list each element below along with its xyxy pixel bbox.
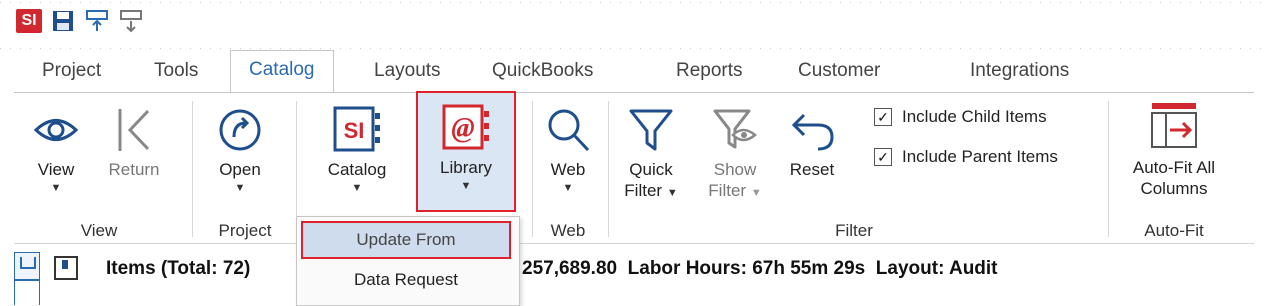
open-arrow-icon	[219, 109, 261, 151]
download-icon[interactable]	[118, 8, 144, 34]
chevron-down-icon: ▼	[750, 187, 762, 199]
tab-catalog[interactable]: Catalog	[230, 50, 334, 95]
quick-filter-button[interactable]: Quick Filter ▼	[618, 107, 684, 204]
autofit-label: Auto-Fit All Columns	[1133, 157, 1215, 199]
checkbox-checked-icon[interactable]: ✓	[874, 108, 892, 126]
autofit-line2: Columns	[1140, 179, 1208, 198]
ribbon-panel: View ▼ Return View Open ▼ Project SI Cat…	[14, 91, 1254, 244]
show-filter-line1: Show	[713, 160, 757, 179]
autofit-columns-icon	[1151, 103, 1197, 148]
include-child-label: Include Child Items	[902, 107, 1047, 126]
view-label: View	[37, 160, 75, 179]
catalog-button[interactable]: SI Catalog ▼	[320, 105, 394, 194]
catalog-logo-text: SI	[344, 118, 365, 143]
library-label: Library	[440, 158, 492, 177]
chevron-down-icon: ▼	[351, 182, 363, 194]
show-filter-button[interactable]: Show Filter ▼	[700, 107, 770, 204]
separator	[1108, 101, 1109, 237]
menu-item-update-from[interactable]: Update From	[301, 221, 511, 259]
save-icon[interactable]	[50, 8, 76, 34]
catalog-label: Catalog	[327, 160, 387, 179]
return-icon	[118, 109, 150, 151]
quick-access-toolbar: SI	[16, 8, 144, 34]
chevron-down-icon: ▼	[460, 180, 472, 192]
grid-status-bar: Items (Total: 72) 257,689.80 Labor Hours…	[0, 246, 1268, 305]
si-logo-icon[interactable]: SI	[16, 8, 42, 34]
panel-toggle-icon[interactable]	[14, 252, 40, 280]
autofit-line1: Auto-Fit All	[1132, 158, 1216, 177]
tab-project[interactable]: Project	[42, 52, 101, 92]
return-label: Return	[108, 160, 160, 179]
publish-icon[interactable]	[84, 8, 110, 34]
autofit-group-label: Auto-Fit	[1144, 221, 1204, 240]
tab-tools[interactable]: Tools	[154, 52, 198, 92]
library-logo-text: @	[451, 113, 474, 144]
checkbox-checked-icon[interactable]: ✓	[874, 148, 892, 166]
separator	[608, 101, 609, 237]
open-label: Open	[219, 160, 261, 179]
menu-item-data-request[interactable]: Data Request	[303, 263, 509, 297]
pin-icon[interactable]	[54, 256, 78, 280]
filter-icon	[629, 109, 673, 151]
tab-integrations[interactable]: Integrations	[970, 52, 1069, 92]
open-button[interactable]: Open ▼	[210, 107, 270, 194]
web-label: Web	[550, 160, 586, 179]
project-group-label: Project	[218, 221, 272, 240]
separator	[532, 101, 533, 237]
quick-filter-line2: Filter	[624, 181, 663, 200]
tab-reports[interactable]: Reports	[676, 52, 743, 92]
si-logo-text: SI	[16, 9, 42, 33]
view-group-label: View	[80, 221, 118, 240]
separator	[192, 101, 193, 237]
include-parent-label: Include Parent Items	[902, 147, 1058, 166]
autofit-all-columns-button[interactable]: Auto-Fit All Columns	[1112, 101, 1236, 199]
quick-filter-label: Quick Filter ▼	[624, 159, 677, 204]
web-group-label: Web	[550, 221, 586, 240]
reset-label: Reset	[789, 160, 835, 179]
web-button[interactable]: Web ▼	[538, 107, 598, 194]
tab-customer-portal[interactable]: Customer Portal	[798, 52, 880, 119]
chevron-down-icon: ▼	[562, 182, 574, 194]
items-total-label: Items (Total: 72)	[106, 258, 251, 279]
reset-button[interactable]: Reset	[780, 107, 844, 180]
side-panel-icon[interactable]	[14, 280, 40, 305]
library-book-icon: @	[442, 104, 489, 150]
include-child-checkbox[interactable]: ✓ Include Child Items	[874, 107, 1047, 127]
tab-quickbooks[interactable]: QuickBooks	[492, 52, 593, 92]
status-summary: 257,689.80 Labor Hours: 67h 55m 29s Layo…	[522, 258, 998, 279]
quick-filter-line1: Quick	[629, 160, 673, 179]
filter-group-label: Filter	[835, 221, 873, 240]
library-dropdown-menu: Update From Data Request	[296, 216, 520, 306]
chevron-down-icon: ▼	[50, 182, 62, 194]
filter-eye-icon	[713, 109, 757, 149]
show-filter-label: Show Filter ▼	[708, 159, 761, 204]
view-button[interactable]: View ▼	[26, 107, 86, 194]
show-filter-line2: Filter	[708, 181, 747, 200]
reset-arrow-icon	[791, 113, 834, 151]
catalog-book-icon: SI	[333, 106, 380, 152]
magnifier-icon	[548, 109, 590, 152]
chevron-down-icon: ▼	[666, 187, 678, 199]
return-button[interactable]: Return	[100, 107, 168, 180]
chevron-down-icon: ▼	[234, 182, 246, 194]
include-parent-checkbox[interactable]: ✓ Include Parent Items	[874, 147, 1058, 167]
eye-icon	[33, 119, 79, 141]
tab-layouts[interactable]: Layouts	[374, 52, 441, 92]
library-button[interactable]: @ Library ▼	[416, 91, 516, 212]
